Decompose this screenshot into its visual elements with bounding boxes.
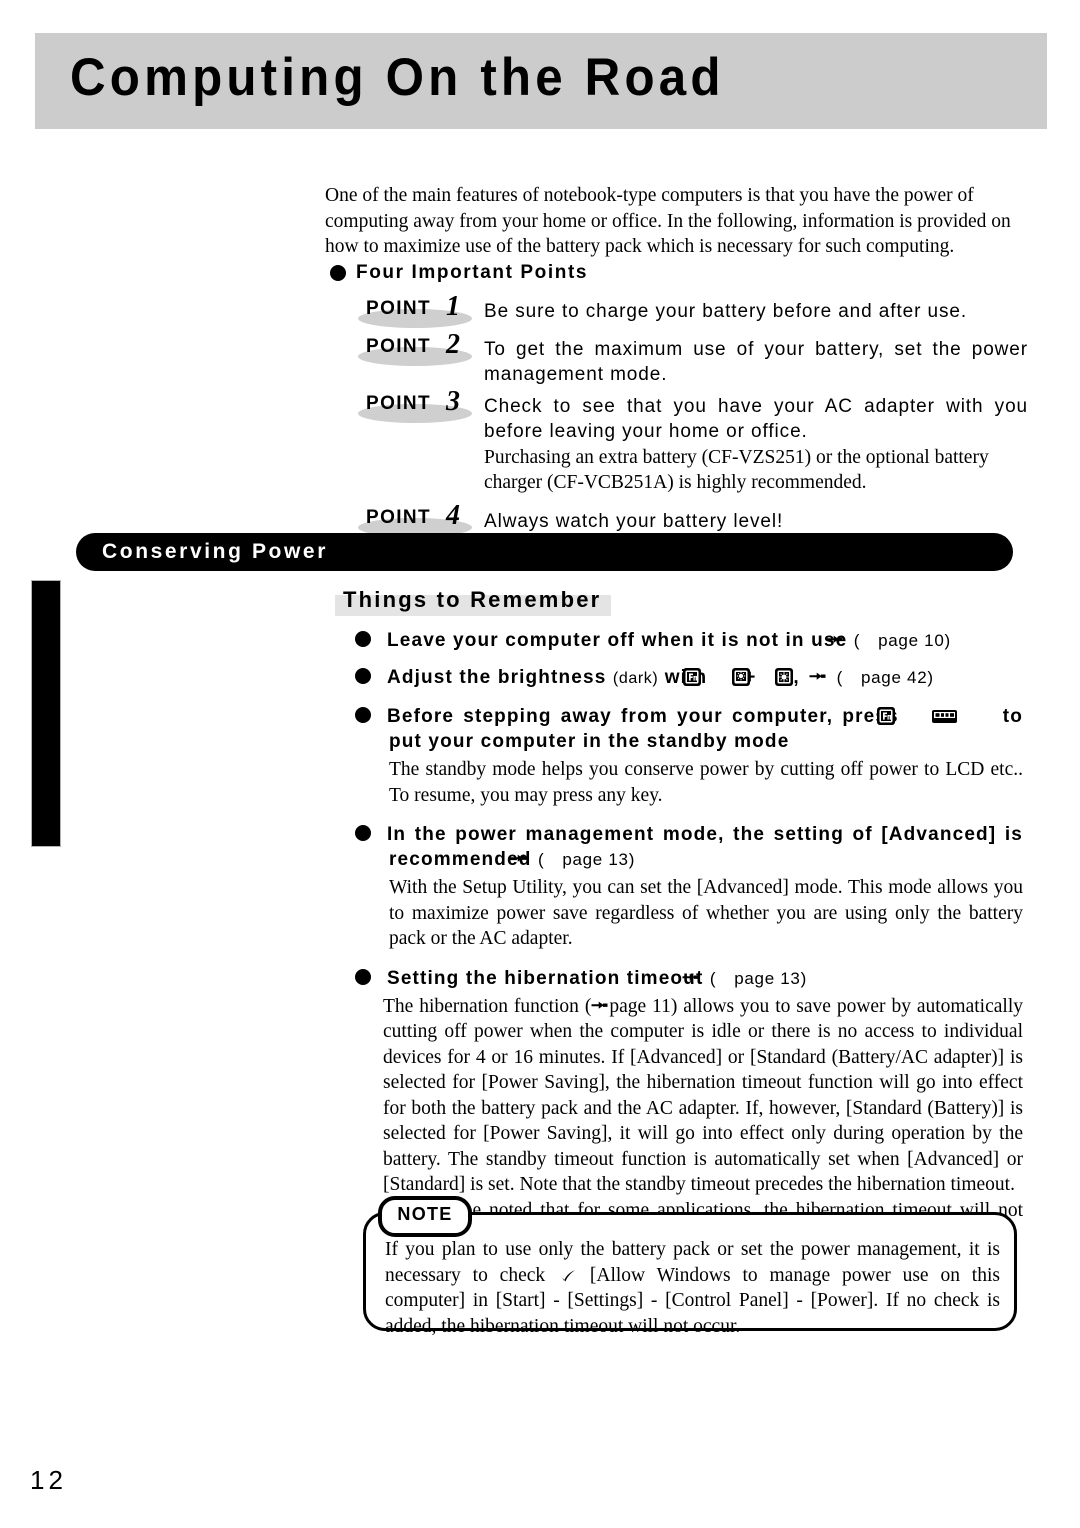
page-title: Computing On the Road — [70, 48, 725, 107]
page-reference-text: page 13 — [734, 968, 801, 988]
page-reference-text: page 13 — [562, 850, 629, 869]
spacebar-key-icon — [931, 706, 992, 726]
hibernation-body-b: ) allows you to save power by automatica… — [383, 995, 1023, 1196]
remember-body-hibernation: The hibernation function ( page 11) allow… — [383, 994, 1023, 1198]
things-to-remember-list: Leave your computer off when it is not i… — [355, 628, 1023, 1258]
point-item-1: POINT 1 Be sure to charge your battery b… — [358, 292, 1028, 330]
intro-paragraph: One of the main features of notebook-typ… — [325, 185, 1011, 257]
point-text-3: Check to see that you have your AC adapt… — [484, 396, 1028, 442]
point-badge-2: POINT 2 — [358, 330, 478, 368]
pointing-hand-icon — [826, 629, 877, 643]
hibernation-page-reference: page 11 — [609, 995, 671, 1017]
remember-head-text: In the power management mode, the settin… — [387, 824, 1023, 870]
remember-head: Setting the hibernation timeout (page 13… — [355, 966, 1023, 991]
conserving-power-bar: Conserving Power — [76, 533, 1013, 571]
remember-body: With the Setup Utility, you can set the … — [389, 877, 1023, 949]
point-text-1: Be sure to charge your battery before an… — [484, 301, 968, 322]
bullet-dot-icon — [355, 825, 371, 841]
point-badge-number: 1 — [446, 291, 460, 322]
point-item-2: POINT 2 To get the maximum use of your b… — [358, 330, 1028, 387]
remember-body: The standby mode helps you conserve powe… — [389, 759, 1023, 806]
comma-separator: , — [793, 667, 800, 688]
pointing-hand-icon — [510, 848, 561, 862]
section-tab-marker — [31, 580, 61, 847]
remember-item-adjust-brightness: Adjust the brightness (dark) with + , (p… — [355, 665, 1023, 691]
page-reference-text: page 42 — [861, 668, 928, 687]
remember-head: Leave your computer off when it is not i… — [355, 628, 1023, 653]
things-to-remember-heading: Things to Remember — [335, 586, 611, 616]
remember-item-advanced-setting: In the power management mode, the settin… — [355, 822, 1023, 952]
point-badge-3: POINT 3 — [358, 387, 478, 425]
things-to-remember-label: Things to Remember — [343, 587, 602, 612]
note-tab-label: NOTE — [397, 1204, 453, 1224]
point-badge-label: POINT — [366, 336, 432, 357]
bullet-dot-icon — [355, 668, 371, 684]
remember-head: Adjust the brightness (dark) with + , (p… — [355, 665, 1023, 691]
page-reference: (page 13) — [682, 967, 807, 988]
point-subtext-3: Purchasing an extra battery (CF-VZS251) … — [484, 447, 989, 493]
point-text-2: To get the maximum use of your battery, … — [484, 339, 1028, 385]
point-text-4: Always watch your battery level! — [484, 511, 784, 532]
four-important-points-label: Four Important Points — [356, 262, 589, 283]
brightness-mode-note: (dark) — [612, 670, 659, 687]
bullet-dot-icon — [355, 707, 371, 723]
checkmark-icon — [559, 1265, 576, 1281]
page-reference: (page 42) — [809, 666, 934, 687]
remember-head-text: Adjust the brightness — [387, 667, 607, 688]
page-number: 12 — [30, 1465, 67, 1495]
remember-head: In the power management mode, the settin… — [355, 822, 1023, 872]
page-reference: (page 10) — [826, 629, 951, 650]
pointing-hand-icon — [591, 995, 608, 1009]
point-badge-label: POINT — [366, 507, 432, 528]
point-badge-number: 2 — [446, 329, 460, 360]
remember-head: Before stepping away from your computer,… — [355, 704, 1023, 754]
document-page: Computing On the Road One of the main fe… — [0, 0, 1080, 1528]
point-badge-label: POINT — [366, 298, 432, 319]
pointing-hand-icon — [682, 967, 733, 981]
bullet-dot-icon — [355, 968, 371, 985]
point-badge-1: POINT 1 — [358, 292, 478, 330]
point-badge-number: 4 — [446, 500, 460, 531]
point-badge-number: 3 — [446, 386, 460, 417]
hibernation-body-a: The hibernation function ( — [383, 995, 592, 1017]
point-badge-label: POINT — [366, 393, 432, 414]
bullet-dot-icon — [330, 265, 346, 281]
page-reference-text: page 10 — [878, 631, 945, 650]
point-item-3: POINT 3 Check to see that you have your … — [358, 387, 1028, 495]
conserving-power-label: Conserving Power — [102, 540, 328, 563]
page-reference: (page 13) — [510, 848, 635, 869]
bullet-dot-icon — [355, 631, 371, 647]
remember-head-text: Setting the hibernation timeout — [387, 967, 704, 989]
remember-item-leave-computer-off: Leave your computer off when it is not i… — [355, 628, 1023, 653]
remember-item-standby-mode: Before stepping away from your computer,… — [355, 704, 1023, 808]
pointing-hand-icon — [809, 666, 860, 680]
fn-key-icon — [876, 706, 930, 726]
note-text: If you plan to use only the battery pack… — [385, 1237, 1000, 1339]
remember-head-text: Before stepping away from your computer,… — [387, 706, 899, 727]
four-points-list: POINT 1 Be sure to charge your battery b… — [358, 292, 1028, 543]
note-tab: NOTE — [378, 1196, 472, 1237]
remember-head-text: Leave your computer off when it is not i… — [387, 630, 848, 651]
four-important-points-heading: Four Important Points — [330, 262, 588, 284]
